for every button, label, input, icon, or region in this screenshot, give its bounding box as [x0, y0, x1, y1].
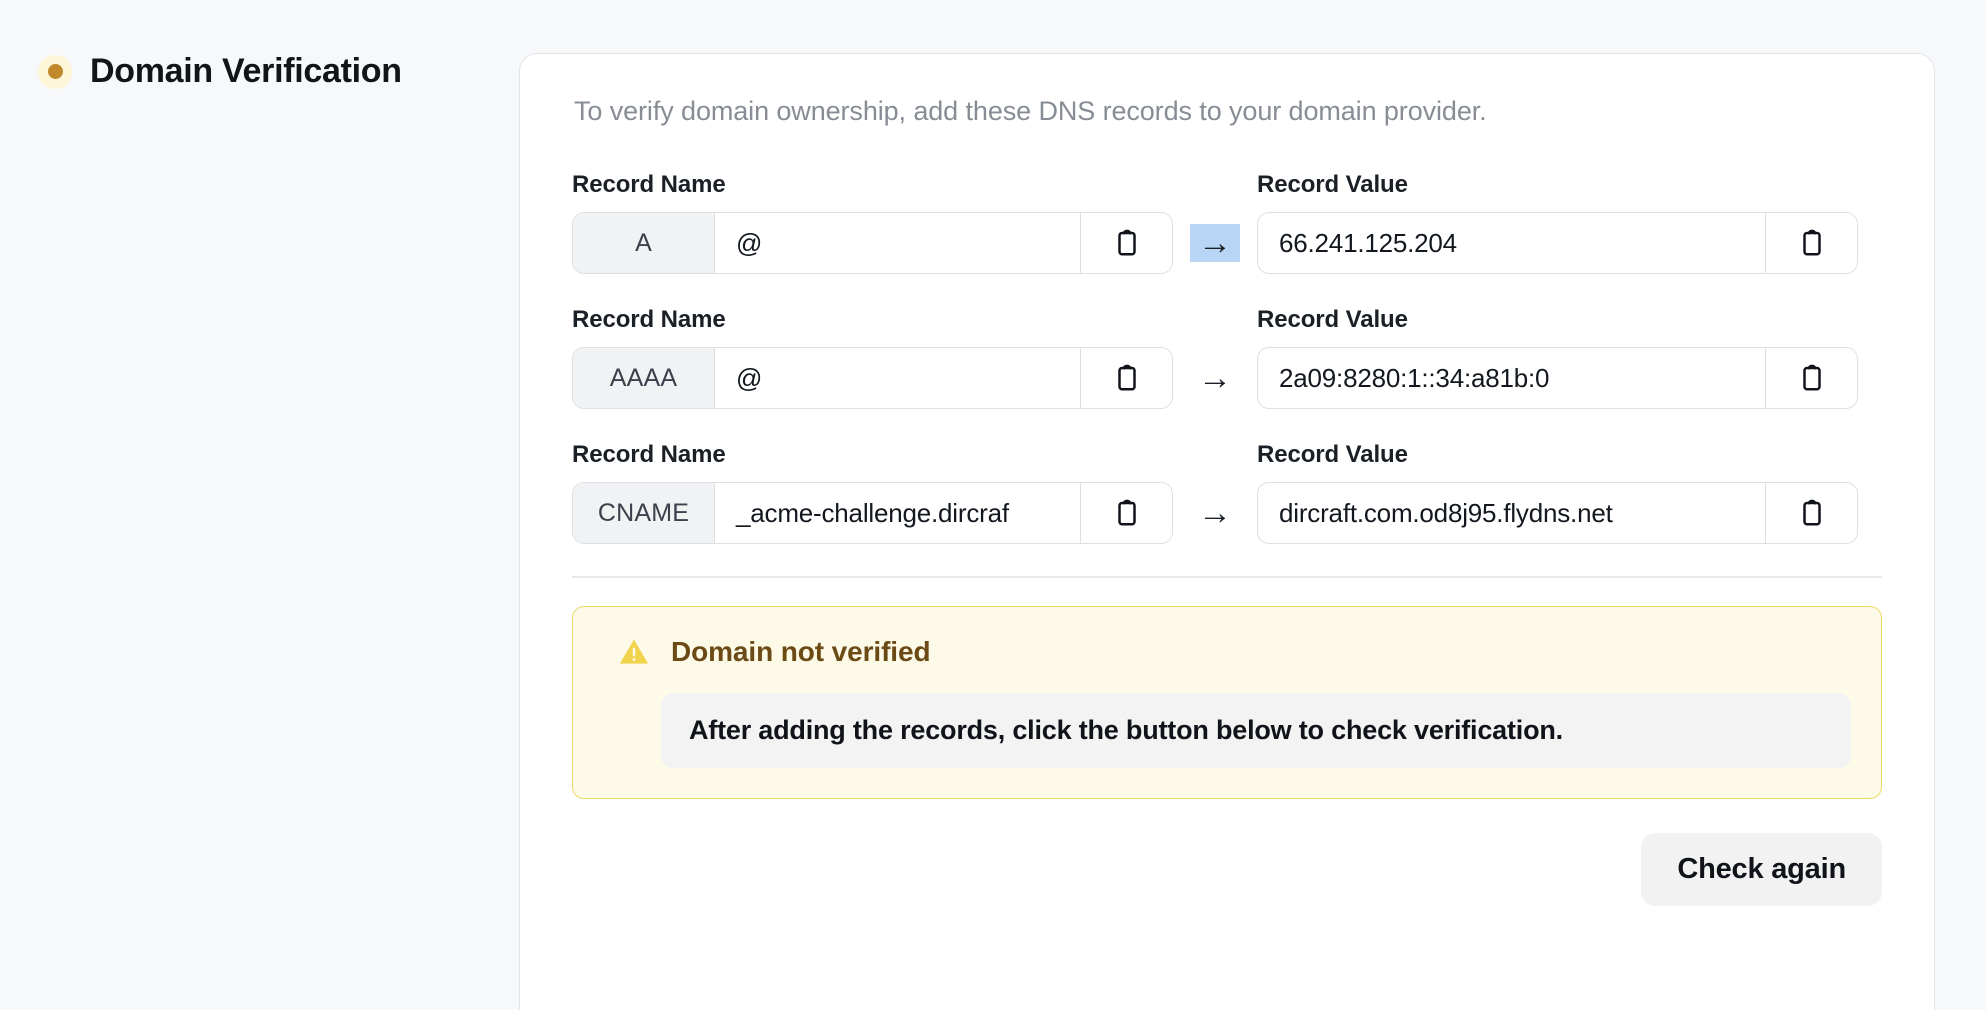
domain-verification-page: Domain Verification To verify domain own…: [0, 0, 1986, 1010]
record-name-input-group[interactable]: A @: [572, 212, 1173, 274]
status-dot-icon: [38, 54, 72, 89]
record-type-badge: AAAA: [573, 348, 715, 408]
arrow-cell: →: [1173, 482, 1257, 544]
record-value-group: Record Value 66.241.125.204: [1257, 171, 1858, 274]
record-name-label: Record Name: [572, 171, 726, 198]
copy-record-name-button[interactable]: [1080, 348, 1172, 408]
card-footer: Check again: [572, 832, 1882, 906]
clipboard-icon: [1802, 364, 1821, 391]
record-name-label: Record Name: [572, 441, 726, 468]
record-name-input-group[interactable]: AAAA @: [572, 347, 1173, 409]
record-name-value[interactable]: _acme-challenge.dircraf: [715, 483, 1080, 543]
record-row: Record Name CNAME _acme-challenge.dircra…: [572, 441, 1882, 544]
copy-record-name-button[interactable]: [1080, 483, 1172, 543]
arrow-right-icon: →: [1198, 359, 1232, 397]
section-divider: [572, 576, 1882, 578]
record-value-input-group[interactable]: 2a09:8280:1::34:a81b:0: [1257, 347, 1858, 409]
record-name-group: Record Name AAAA @: [572, 306, 1173, 409]
card-description: To verify domain ownership, add these DN…: [574, 96, 1487, 126]
record-row: Record Name A @ → Record Value 66.241.12…: [572, 171, 1882, 274]
record-value-text[interactable]: 66.241.125.204: [1258, 213, 1765, 273]
record-value-label: Record Value: [1257, 306, 1408, 333]
clipboard-icon: [1117, 364, 1136, 391]
record-name-value[interactable]: @: [715, 348, 1080, 408]
warning-message: After adding the records, click the butt…: [661, 692, 1851, 768]
arrow-right-icon: →: [1190, 224, 1240, 262]
record-value-text[interactable]: 2a09:8280:1::34:a81b:0: [1258, 348, 1765, 408]
record-name-label: Record Name: [572, 306, 726, 333]
record-value-input-group[interactable]: 66.241.125.204: [1257, 212, 1858, 274]
warning-triangle-icon: [619, 639, 649, 664]
record-value-label: Record Value: [1257, 441, 1408, 468]
check-again-button[interactable]: Check again: [1641, 832, 1882, 906]
warning-header: Domain not verified: [617, 635, 1851, 669]
page-title: Domain Verification: [90, 52, 402, 90]
arrow-cell: →: [1173, 347, 1257, 409]
record-value-group: Record Value dircraft.com.od8j95.flydns.…: [1257, 441, 1858, 544]
record-type-badge: A: [573, 213, 715, 273]
record-value-label: Record Value: [1257, 171, 1408, 198]
clipboard-icon: [1117, 229, 1136, 256]
arrow-cell: →: [1173, 212, 1257, 274]
record-name-input-group[interactable]: CNAME _acme-challenge.dircraf: [572, 482, 1173, 544]
record-name-group: Record Name CNAME _acme-challenge.dircra…: [572, 441, 1173, 544]
clipboard-icon: [1802, 499, 1821, 526]
record-name-group: Record Name A @: [572, 171, 1173, 274]
record-type-badge: CNAME: [573, 483, 715, 543]
dns-records-card: To verify domain ownership, add these DN…: [519, 53, 1935, 1010]
copy-record-name-button[interactable]: [1080, 213, 1172, 273]
verification-status-banner: Domain not verified After adding the rec…: [572, 605, 1882, 799]
clipboard-icon: [1802, 229, 1821, 256]
section-heading: Domain Verification: [38, 52, 402, 91]
record-value-group: Record Value 2a09:8280:1::34:a81b:0: [1257, 306, 1858, 409]
record-row: Record Name AAAA @ → Record Value 2a09:8…: [572, 306, 1882, 409]
record-value-text[interactable]: dircraft.com.od8j95.flydns.net: [1258, 483, 1765, 543]
copy-record-value-button[interactable]: [1765, 483, 1857, 543]
warning-title: Domain not verified: [671, 635, 931, 667]
record-name-value[interactable]: @: [715, 213, 1080, 273]
copy-record-value-button[interactable]: [1765, 213, 1857, 273]
clipboard-icon: [1117, 499, 1136, 526]
arrow-right-icon: →: [1198, 494, 1232, 532]
record-value-input-group[interactable]: dircraft.com.od8j95.flydns.net: [1257, 482, 1858, 544]
copy-record-value-button[interactable]: [1765, 348, 1857, 408]
